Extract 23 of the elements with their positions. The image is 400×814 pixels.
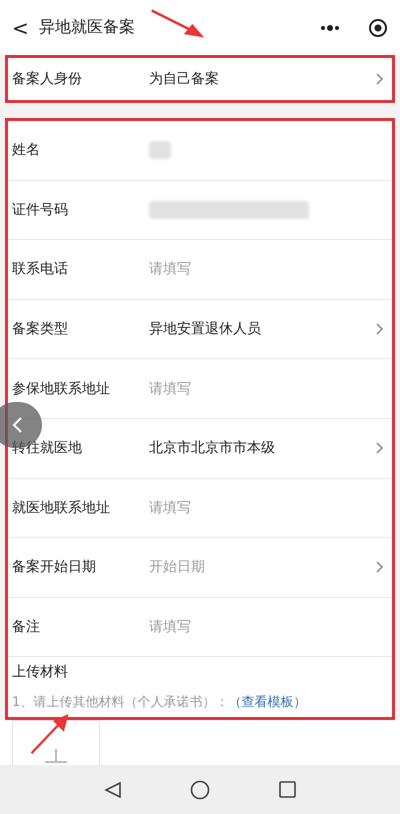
field-label: 备注 bbox=[12, 618, 41, 636]
field-label: 姓名 bbox=[12, 141, 41, 160]
field-value[interactable]: 异地安置退休人员 bbox=[149, 320, 376, 338]
page-title: 异地就医备案 bbox=[38, 17, 135, 38]
back-button[interactable]: < bbox=[12, 16, 29, 40]
upload-hint: 1、请上传其他材料（个人承诺书）：（查看模板） bbox=[12, 694, 308, 712]
template-link[interactable]: （查看模板） bbox=[228, 695, 306, 710]
field-label: 备案类型 bbox=[12, 320, 69, 338]
field-input[interactable]: 请填写 bbox=[149, 380, 384, 398]
field-value: 为自己备案 bbox=[149, 70, 220, 88]
field-input[interactable]: 请填写 bbox=[149, 260, 384, 278]
field-value[interactable]: 北京市北京市市本级 bbox=[149, 439, 376, 458]
field-label: 就医地联系地址 bbox=[12, 498, 111, 517]
field-label: 证件号码 bbox=[12, 200, 69, 219]
field-input[interactable]: 请填写 bbox=[149, 618, 384, 636]
field-input[interactable]: 请填写 bbox=[149, 498, 384, 517]
field-label: 备案开始日期 bbox=[12, 558, 97, 576]
upload-title: 上传材料 bbox=[12, 663, 69, 682]
field-label: 参保地联系地址 bbox=[12, 380, 111, 398]
field-label: 联系电话 bbox=[12, 260, 69, 278]
field-input[interactable]: 开始日期 bbox=[149, 558, 376, 576]
identity-section[interactable]: 备案人身份 为自己备案 bbox=[5, 55, 395, 103]
field-label: 备案人身份 bbox=[12, 70, 83, 88]
